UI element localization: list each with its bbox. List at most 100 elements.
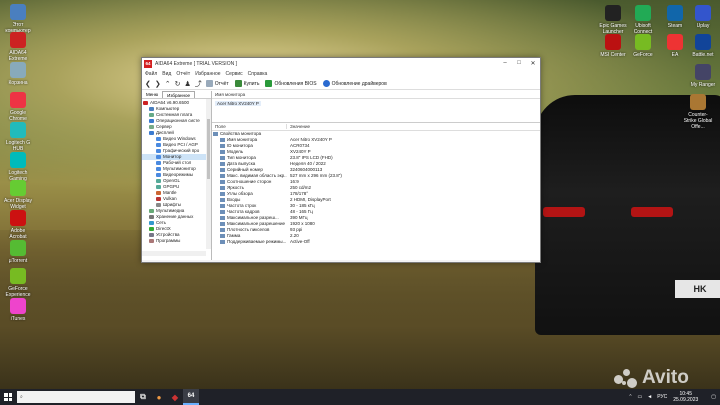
menu-file[interactable]: Файл	[145, 71, 157, 77]
app-icon	[10, 180, 26, 196]
forward-icon[interactable]: ❯	[155, 80, 161, 88]
tree-node-icon	[149, 125, 154, 129]
taskbar-app-aida64[interactable]: 64	[183, 389, 199, 405]
property-icon	[220, 198, 225, 202]
aida64-icon: 64	[187, 393, 195, 399]
desktop-icon[interactable]: Этот компьютер	[3, 4, 33, 34]
desktop-icon[interactable]: Uplay	[688, 5, 718, 29]
menu-help[interactable]: Справка	[248, 71, 268, 77]
desktop-icon[interactable]: Logitech Gaming	[3, 152, 33, 182]
navigation-pane: Меню Избранное AIDA64 v6.90.6500 Компьюте…	[142, 91, 212, 262]
desktop-icon[interactable]: iTunes	[3, 298, 33, 322]
app-icon	[10, 210, 26, 226]
chrome-icon: ●	[156, 392, 162, 402]
clock[interactable]: 10:45 25.09.2023	[673, 391, 698, 403]
desktop-icon[interactable]: EA	[660, 34, 690, 58]
user-icon[interactable]: ♟	[185, 80, 191, 88]
tree-node-icon	[156, 161, 161, 165]
desktop-icon[interactable]: Ubisoft Connect	[628, 5, 658, 35]
desktop-icon[interactable]: Logitech G HUB	[3, 122, 33, 152]
taskbar-app-media[interactable]: ◆	[167, 389, 183, 405]
column-field[interactable]: Поле	[212, 124, 287, 129]
desktop-icon[interactable]: GeForce Experience	[3, 268, 33, 298]
app-icon	[605, 5, 621, 21]
desktop-icon[interactable]: Google Chrome	[3, 92, 33, 122]
driver-update-button[interactable]: Обновление драйверов	[322, 80, 387, 87]
tree-node-icon	[156, 155, 161, 159]
app-icon	[10, 298, 26, 314]
property-icon	[220, 156, 225, 160]
minimize-button[interactable]: –	[498, 60, 512, 67]
network-icon[interactable]: ▭	[638, 394, 643, 400]
property-icon	[220, 228, 225, 232]
wallpaper-car: HK	[535, 95, 720, 335]
desktop-icon[interactable]: GeForce	[628, 34, 658, 58]
desktop-icon[interactable]: Battle.net	[688, 34, 718, 58]
app-icon	[667, 5, 683, 21]
app-icon	[10, 122, 26, 138]
desktop-icon[interactable]: Steam	[660, 5, 690, 29]
system-tray: ⌃ ▭ ◄ РУС 10:45 25.09.2023 ▢	[623, 391, 720, 403]
app-icon	[10, 268, 26, 284]
desktop-icon[interactable]: µTorrent	[3, 240, 33, 264]
tab-menu[interactable]: Меню	[142, 91, 162, 98]
desktop-icon[interactable]: Counter-Strike Global Offe...	[683, 94, 713, 130]
monitor-list-item[interactable]: Acer Nitro XV240Y P	[212, 99, 540, 108]
desktop-icon[interactable]: MSI Center	[598, 34, 628, 58]
taskbar-app-chrome[interactable]: ●	[151, 389, 167, 405]
maximize-button[interactable]: □	[512, 60, 526, 67]
start-button[interactable]	[0, 389, 16, 405]
tab-favorites[interactable]: Избранное	[162, 91, 195, 98]
desktop-icon[interactable]: Корзина	[3, 62, 33, 86]
buy-button[interactable]: Купить	[234, 80, 259, 87]
tree-node-icon	[156, 197, 161, 201]
close-button[interactable]: ✕	[526, 60, 540, 67]
up-icon[interactable]: ⌃	[165, 80, 171, 88]
windows-logo-icon	[4, 393, 12, 401]
menu-service[interactable]: Сервис	[226, 71, 243, 77]
desktop-icon[interactable]: My Ranger	[688, 64, 718, 88]
status-bar	[142, 260, 540, 262]
avito-watermark: Avito	[614, 367, 689, 389]
desktop-icon[interactable]: AIDA64 Extreme	[3, 32, 33, 62]
app-icon	[635, 5, 651, 21]
tree-node-icon	[143, 101, 148, 105]
app-icon	[695, 5, 711, 21]
tree-node-icon	[149, 215, 154, 219]
app-icon	[635, 34, 651, 50]
details-row[interactable]: Поддерживаемые режимы... Active-Off	[212, 239, 540, 245]
tree-hscrollbar[interactable]	[142, 251, 206, 256]
back-icon[interactable]: ❮	[145, 80, 151, 88]
app-icon	[690, 94, 706, 110]
title-bar[interactable]: 64 AIDA64 Extreme [ TRIAL VERSION ] – □ …	[142, 58, 540, 69]
app-icon	[695, 34, 711, 50]
language-indicator[interactable]: РУС	[657, 394, 667, 400]
app-icon	[605, 34, 621, 50]
tree-node-icon	[149, 107, 154, 111]
app-icon	[695, 64, 711, 80]
menu-view[interactable]: Вид	[162, 71, 171, 77]
chart-icon[interactable]: ⤴	[195, 79, 202, 89]
app-icon	[667, 34, 683, 50]
tree-node-icon	[149, 113, 154, 117]
desktop-icon[interactable]: Adobe Acrobat	[3, 210, 33, 240]
tree-scrollbar[interactable]	[206, 99, 211, 249]
refresh-icon[interactable]: ↻	[175, 80, 181, 88]
menu-bar: Файл Вид Отчёт Избранное Сервис Справка	[142, 69, 540, 78]
chevron-up-icon[interactable]: ⌃	[628, 394, 632, 400]
notifications-icon[interactable]: ▢	[711, 394, 716, 400]
property-icon	[220, 144, 225, 148]
menu-favorites[interactable]: Избранное	[195, 71, 220, 77]
volume-icon[interactable]: ◄	[647, 394, 652, 400]
report-button[interactable]: Отчёт	[205, 80, 229, 87]
desktop-icon[interactable]: Epic Games Launcher	[598, 5, 628, 35]
property-icon	[220, 204, 225, 208]
column-value[interactable]: Значение	[287, 124, 310, 129]
bios-update-button[interactable]: Обновления BIOS	[265, 80, 317, 87]
menu-report[interactable]: Отчёт	[176, 71, 190, 77]
property-icon	[220, 234, 225, 238]
tree-item[interactable]: Программы	[142, 238, 211, 244]
taskbar-app-task-view[interactable]: ⧉	[135, 389, 151, 405]
taskbar-search-input[interactable]: ⌕	[17, 391, 135, 403]
desktop-icon[interactable]: Acer Display Widget	[3, 180, 33, 210]
